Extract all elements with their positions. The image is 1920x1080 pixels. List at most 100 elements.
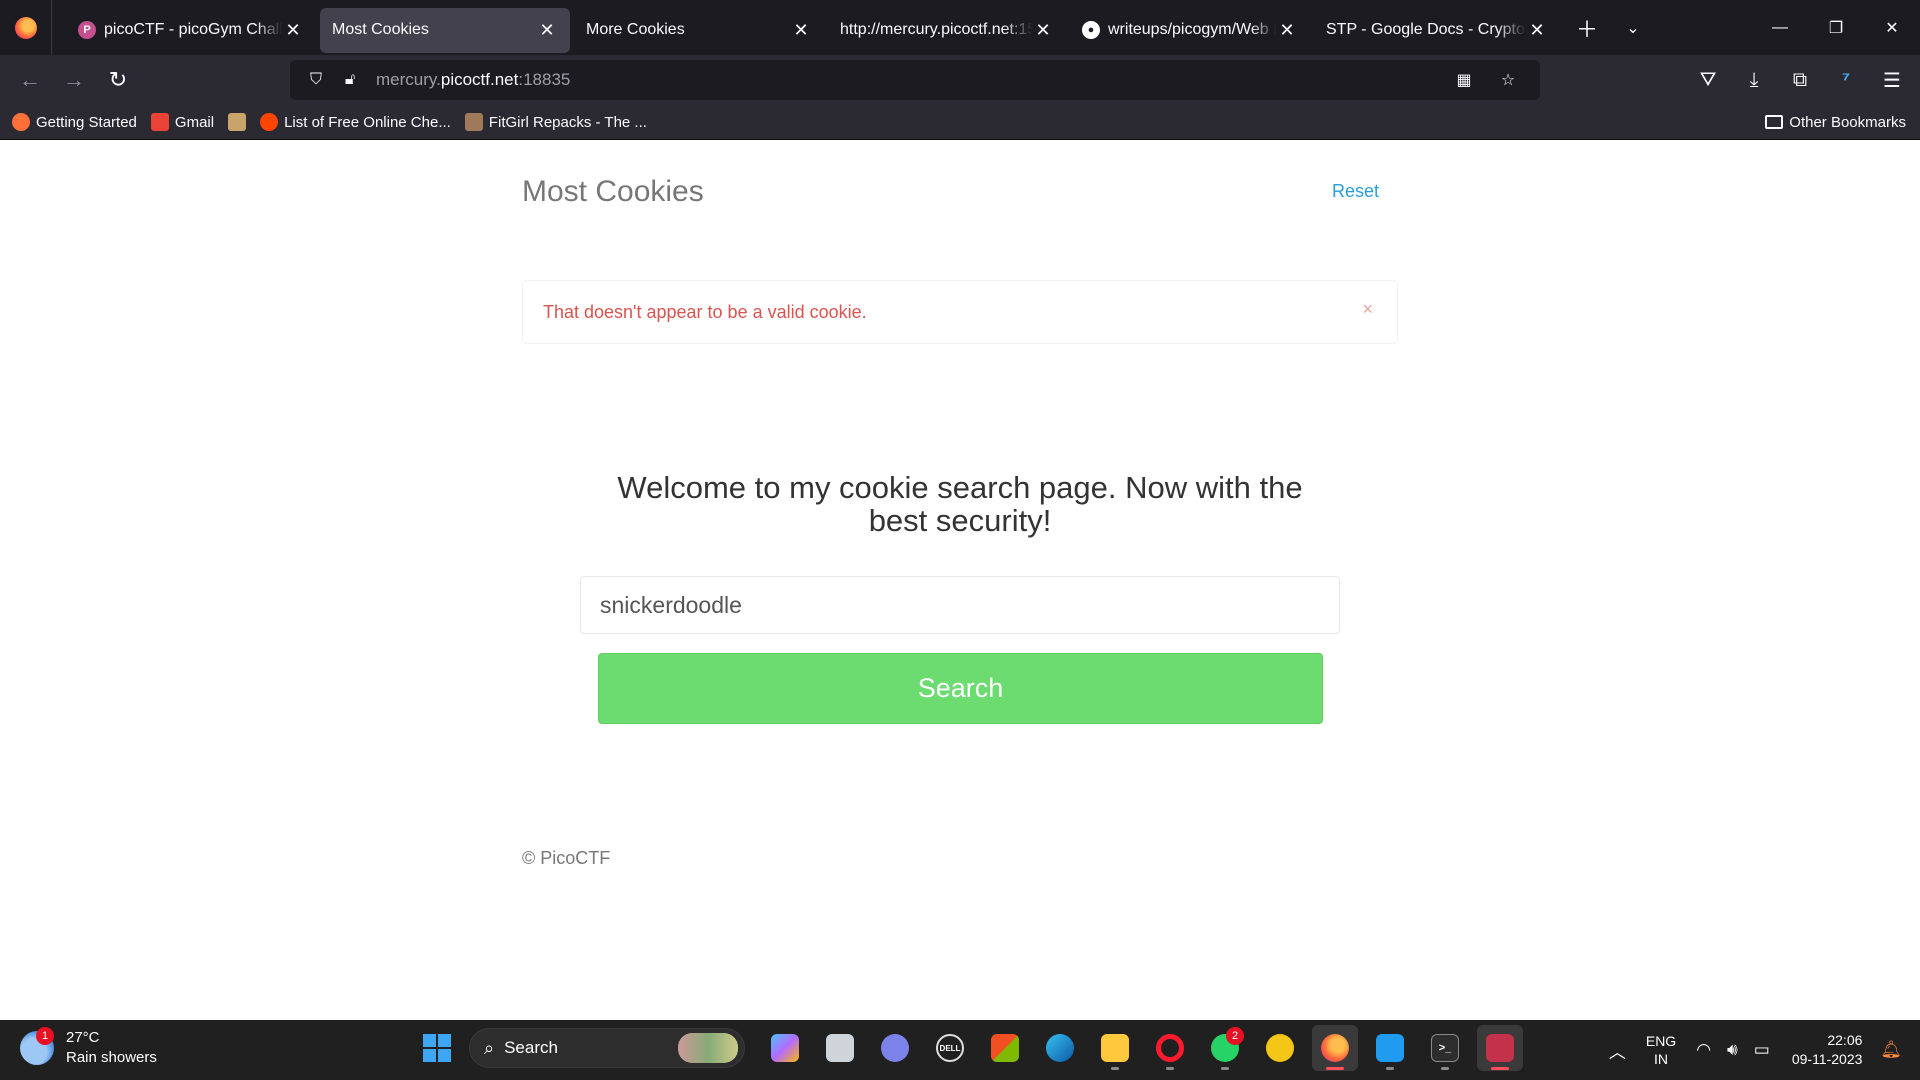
task-view-app[interactable] (817, 1025, 863, 1071)
web-page: Most Cookies Reset That doesn't appear t… (0, 141, 1920, 1021)
url-text[interactable]: mercury.picoctf.net:18835 (376, 70, 570, 90)
chat-icon (881, 1034, 909, 1062)
back-arrow-icon[interactable]: ← (8, 60, 52, 100)
store-icon (991, 1034, 1019, 1062)
address-bar[interactable]: ⛉ 🔓︎ mercury.picoctf.net:18835 ▦ ☆ (290, 60, 1540, 100)
restore-icon[interactable]: ❐ (1808, 0, 1864, 55)
rain-cloud-icon: 1 (20, 1027, 54, 1065)
minimize-icon[interactable]: — (1752, 0, 1808, 55)
weather-desc: Rain showers (66, 1049, 157, 1066)
folder-icon (1765, 115, 1784, 129)
pocket-icon[interactable]: ⛛ (1688, 60, 1728, 100)
new-tab-button[interactable]: ＋ (1564, 5, 1610, 50)
bookmark-gmail[interactable]: Gmail (150, 108, 214, 136)
microsoft-store-app[interactable] (982, 1025, 1028, 1071)
list-all-tabs-button[interactable]: ⌄ (1610, 5, 1656, 50)
tab-title: writeups/picogym/Web Exploitation (1108, 21, 1276, 38)
qr-code-icon[interactable]: ▦ (1450, 66, 1478, 94)
footer-copyright: © PicoCTF (522, 848, 611, 868)
window-close-icon[interactable]: ✕ (1864, 0, 1920, 55)
snipping-tool-app[interactable] (1477, 1025, 1523, 1071)
other-bookmarks[interactable]: Other Bookmarks (1765, 108, 1906, 136)
shield-icon[interactable]: ⛉ (302, 66, 330, 94)
file-explorer-app[interactable] (1092, 1025, 1138, 1071)
insecure-lock-icon[interactable]: 🔓︎ (336, 66, 364, 94)
tab-title: http://mercury.picoctf.net:15614/ (840, 21, 1032, 38)
dell-app[interactable]: DELL (927, 1025, 973, 1071)
lemon-icon (1266, 1034, 1294, 1062)
whatsapp-app[interactable]: 2 (1202, 1025, 1248, 1071)
tab-title: picoCTF - picoGym Challenges (104, 21, 282, 38)
firefox-icon (14, 16, 37, 39)
browser-tab-strip: P picoCTF - picoGym Challenges ✕ Most Co… (0, 0, 1920, 55)
bookmark-reddit-list[interactable]: List of Free Online Che... (260, 108, 451, 136)
copilot-app[interactable] (762, 1025, 808, 1071)
search-button[interactable]: Search (598, 653, 1323, 724)
close-icon[interactable]: ✕ (1276, 19, 1298, 41)
close-icon[interactable]: ✕ (1526, 19, 1548, 41)
terminal-app[interactable]: >_ (1422, 1025, 1468, 1071)
downloads-icon[interactable]: ⤓ (1734, 60, 1774, 100)
extension-icon[interactable]: ⁷ (1826, 60, 1866, 100)
reddit-icon (260, 113, 279, 131)
hamburger-menu-icon[interactable]: ☰ (1872, 60, 1912, 100)
bookmark-favicon-icon (228, 113, 247, 131)
reset-link[interactable]: Reset (1332, 181, 1379, 202)
notification-badge: 2 (1226, 1027, 1244, 1045)
start-button[interactable] (414, 1025, 460, 1071)
vscode-icon (1376, 1034, 1404, 1062)
page-title: Most Cookies (522, 175, 704, 208)
snipping-tool-icon (1486, 1034, 1514, 1062)
input-language[interactable]: ENG IN (1646, 1032, 1676, 1068)
vscode-app[interactable] (1367, 1025, 1413, 1071)
close-icon[interactable]: ✕ (536, 19, 558, 41)
task-view-icon (826, 1034, 854, 1062)
tab-most-cookies[interactable]: Most Cookies ✕ (320, 7, 570, 53)
close-icon[interactable]: ✕ (282, 19, 304, 41)
extensions-icon[interactable]: ⧉ (1780, 60, 1820, 100)
terminal-icon: >_ (1431, 1034, 1459, 1062)
chevron-up-icon[interactable]: ︿ (1609, 1038, 1626, 1063)
clock[interactable]: 22:06 09-11-2023 (1792, 1031, 1863, 1069)
bookmark-star-icon[interactable]: ☆ (1494, 66, 1522, 94)
system-tray: ︿ ENG IN ◠ 🔊︎ ▭ 22:06 09-11-2023 🔔︎ (1601, 1020, 1910, 1080)
weather-widget[interactable]: 1 27°C Rain showers (20, 1027, 157, 1068)
volume-icon[interactable]: 🔊︎ (1727, 1040, 1738, 1060)
battery-icon[interactable]: ▭ (1754, 1040, 1770, 1060)
tab-google-docs[interactable]: STP - Google Docs - Cryptonite ✕ (1314, 8, 1560, 53)
reload-icon[interactable]: ↻ (96, 60, 140, 100)
tab-mercury-url[interactable]: http://mercury.picoctf.net:15614/ ✕ (828, 8, 1066, 53)
tab-picogym[interactable]: P picoCTF - picoGym Challenges ✕ (66, 8, 316, 53)
taskbar-search[interactable]: ⌕ Search (469, 1028, 745, 1068)
navigation-toolbar: ← → ↻ ⛉ 🔓︎ mercury.picoctf.net:18835 ▦ ☆… (0, 55, 1920, 105)
bookmark-fitgirl[interactable]: FitGirl Repacks - The ... (464, 108, 647, 136)
cookie-search-input[interactable] (580, 576, 1340, 634)
fitgirl-icon (464, 113, 483, 131)
edge-app[interactable] (1037, 1025, 1083, 1071)
bookmarks-toolbar: Getting Started Gmail List of Free Onlin… (0, 105, 1920, 140)
notification-bell-icon[interactable]: 🔔︎ (1880, 1040, 1902, 1060)
opera-app[interactable] (1147, 1025, 1193, 1071)
github-icon: ● (1082, 21, 1100, 39)
edge-icon (1046, 1034, 1074, 1062)
firefox-view-button[interactable] (0, 0, 52, 55)
bookmark-image[interactable] (228, 108, 247, 136)
close-icon[interactable]: ✕ (1032, 19, 1054, 41)
picoctf-icon: P (78, 21, 96, 39)
firefox-icon (1321, 1034, 1349, 1062)
bookmark-getting-started[interactable]: Getting Started (12, 108, 137, 136)
copilot-icon (771, 1034, 799, 1062)
tab-title: STP - Google Docs - Cryptonite (1326, 21, 1526, 38)
tab-github-writeups[interactable]: ● writeups/picogym/Web Exploitation ✕ (1070, 8, 1310, 53)
sticky-app[interactable] (1257, 1025, 1303, 1071)
wifi-icon[interactable]: ◠ (1696, 1040, 1711, 1060)
teams-chat-app[interactable] (872, 1025, 918, 1071)
notification-badge: 1 (36, 1027, 54, 1045)
alert-close-icon[interactable]: × (1362, 299, 1373, 320)
weather-temp: 27°C (66, 1029, 100, 1046)
forward-arrow-icon[interactable]: → (52, 60, 96, 100)
firefox-app[interactable] (1312, 1025, 1358, 1071)
close-icon[interactable]: ✕ (790, 19, 812, 41)
dell-icon: DELL (936, 1034, 964, 1062)
tab-more-cookies[interactable]: More Cookies ✕ (574, 8, 824, 53)
